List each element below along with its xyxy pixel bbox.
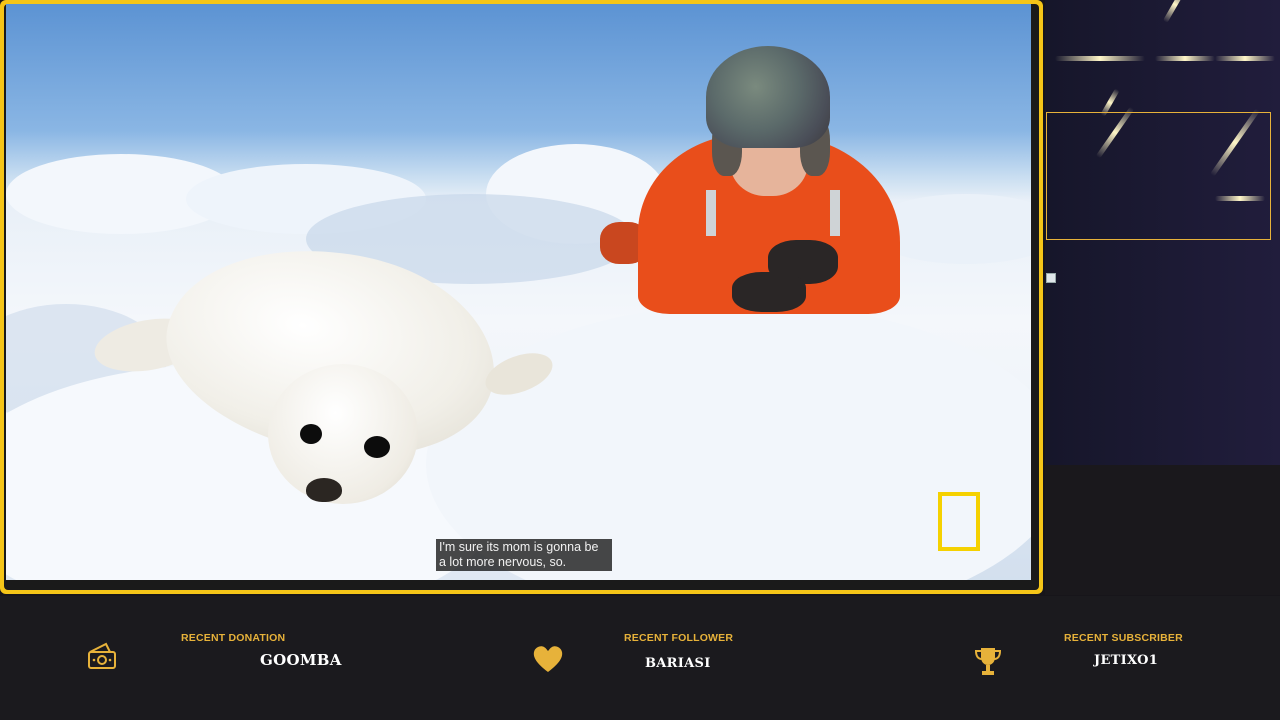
webcam-frame (1046, 112, 1271, 240)
recent-subscriber-value: JETIXO1 (1094, 653, 1159, 668)
jacket-reflective-stripe (830, 190, 840, 236)
video-player[interactable] (6, 4, 1031, 580)
seal-head (268, 364, 418, 504)
alerts-bar (0, 596, 1280, 720)
jacket-reflective-stripe (706, 190, 716, 236)
subtitle-line: I'm sure its mom is gonna be (439, 540, 599, 554)
recent-donation-value: GOOMBA (260, 651, 342, 669)
seal-nose (306, 478, 342, 502)
light-streak (1215, 56, 1275, 61)
recent-follower-label: RECENT FOLLOWER (624, 632, 734, 644)
subtitle-line: a lot more nervous, so. (439, 555, 567, 569)
light-streak (1155, 56, 1215, 61)
channel-logo-icon (938, 492, 980, 551)
seal-eye (300, 424, 322, 444)
person-fur-hat (706, 46, 830, 148)
sidebar-panel (1045, 465, 1280, 595)
recent-follower-value: BARIASI (645, 656, 711, 671)
heart-icon (533, 646, 563, 672)
person-glove (732, 272, 806, 312)
light-streak (1162, 0, 1188, 24)
broken-image-icon (1046, 273, 1056, 283)
trophy-icon (974, 648, 1002, 675)
recent-donation-label: RECENT DONATION (181, 632, 286, 644)
money-icon (88, 642, 116, 669)
video-subtitle: I'm sure its mom is gonna be a lot more … (436, 539, 612, 571)
light-streak (1055, 56, 1145, 61)
seal-eye (364, 436, 390, 458)
recent-subscriber-label: RECENT SUBSCRIBER (1064, 632, 1183, 644)
